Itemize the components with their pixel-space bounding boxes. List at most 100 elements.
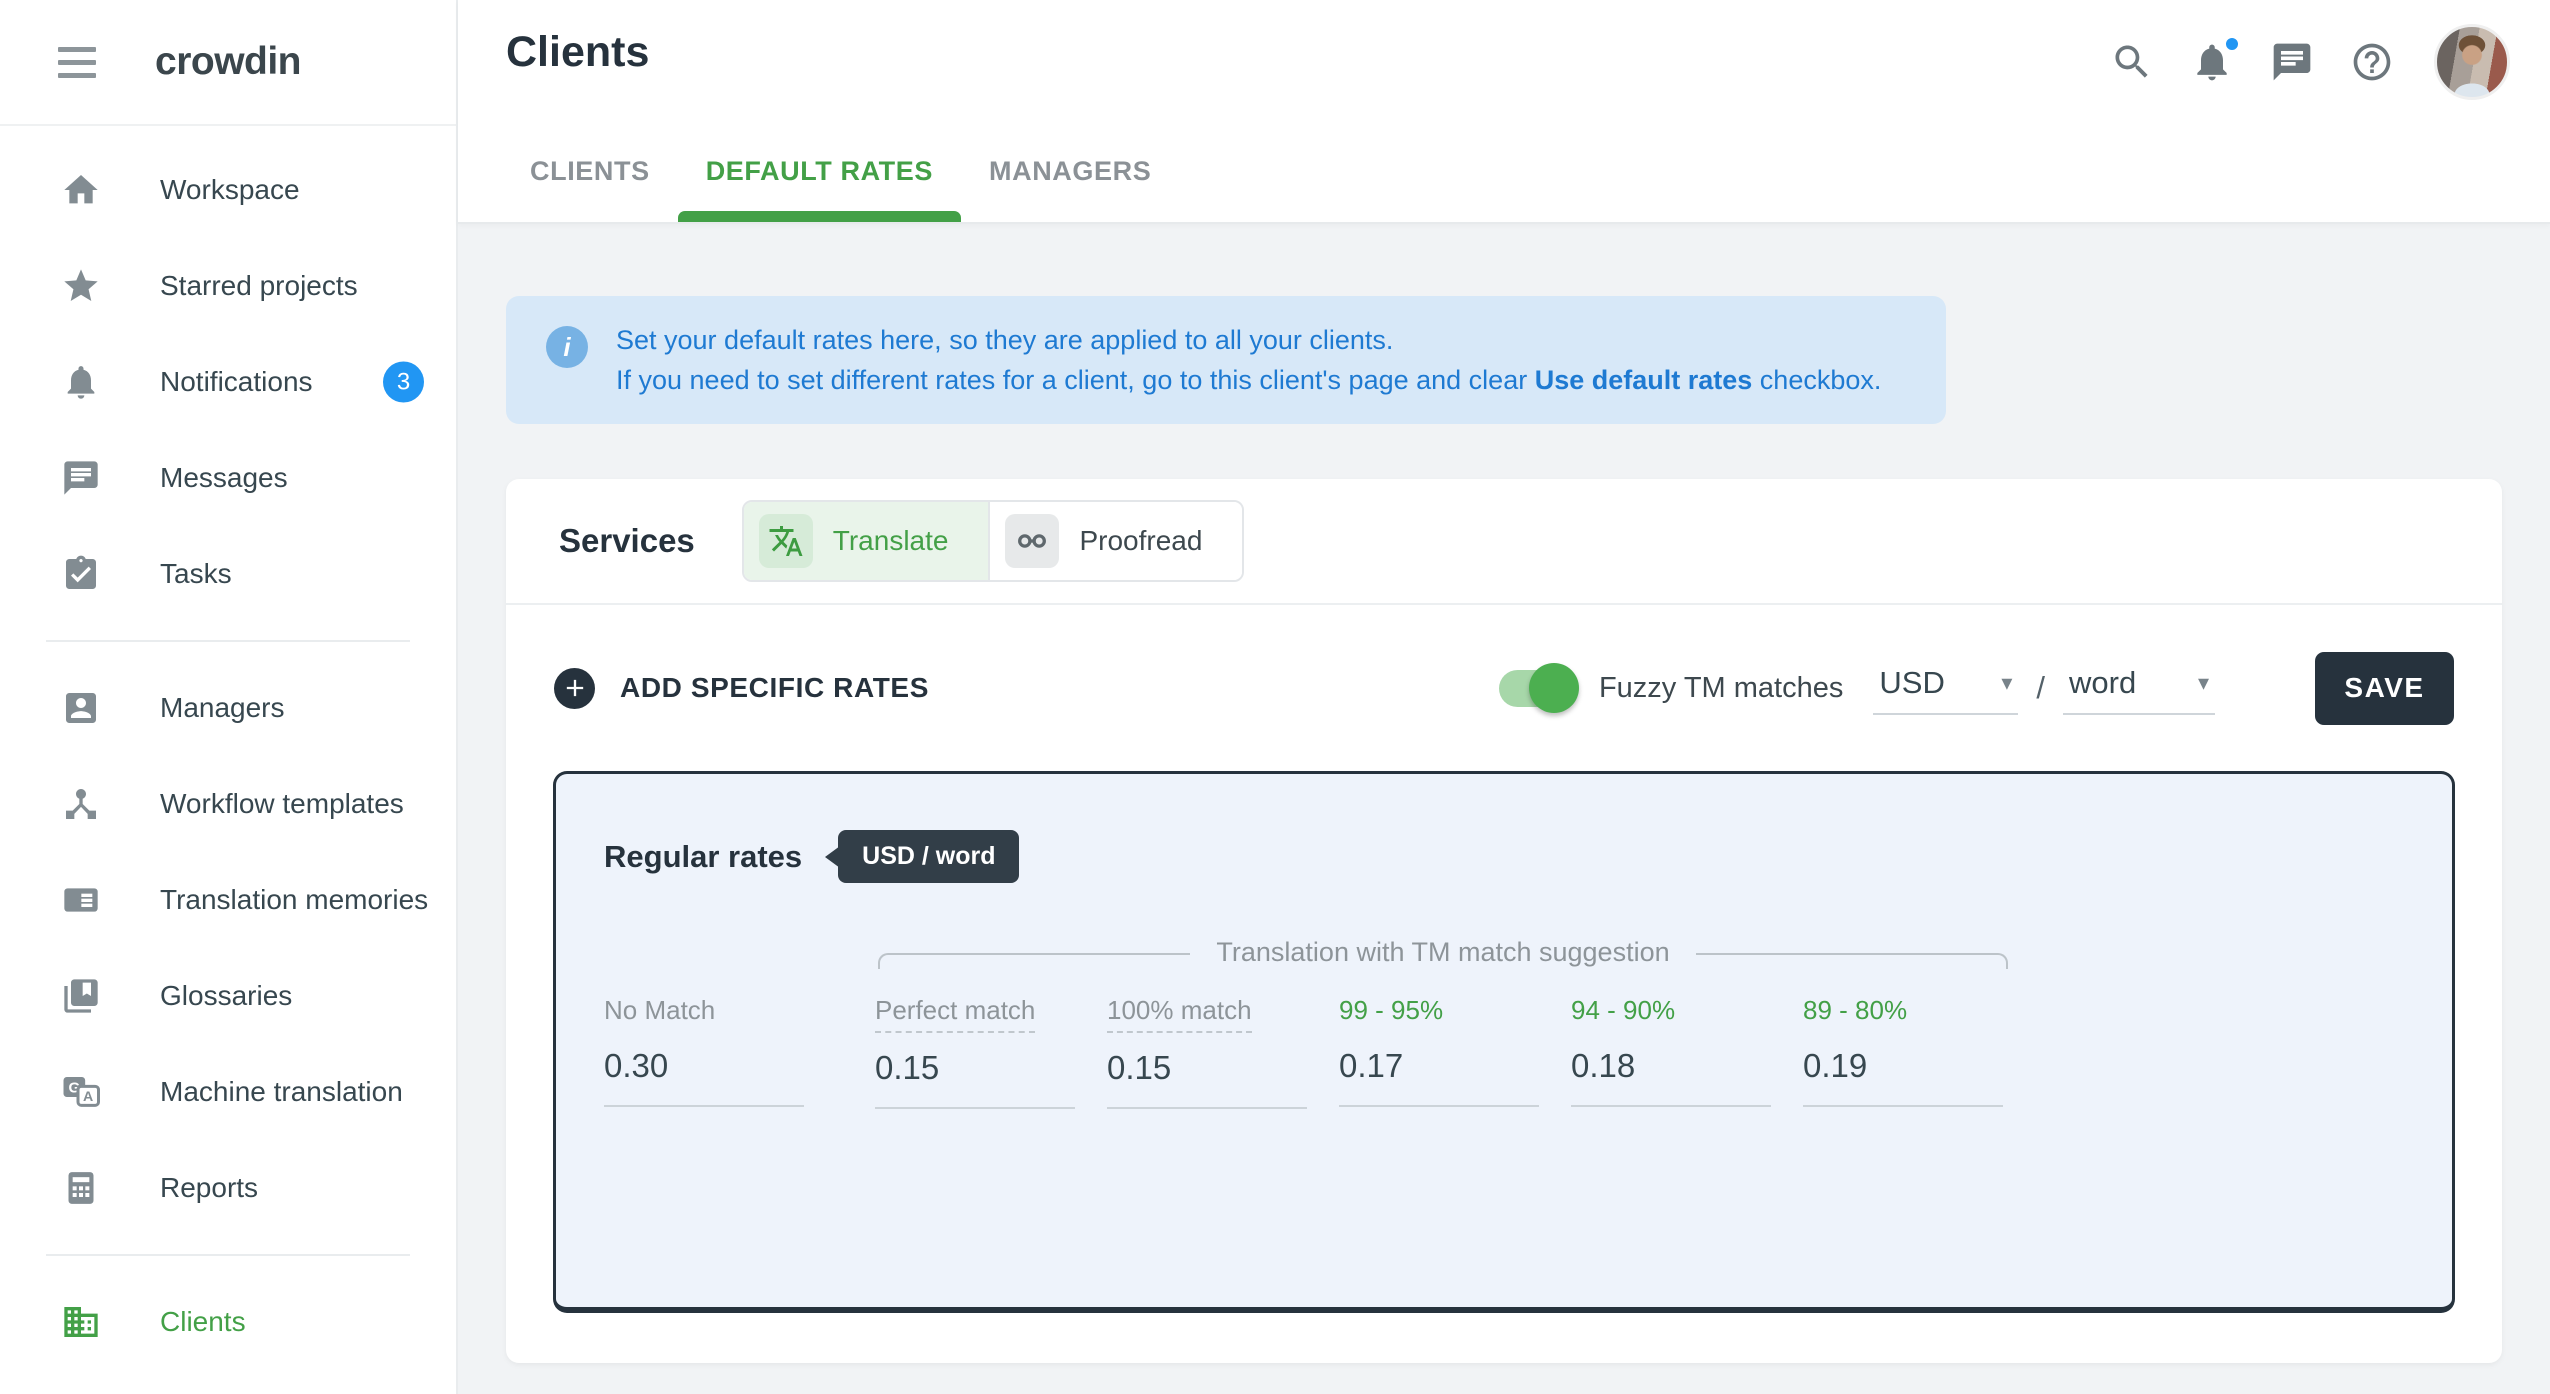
sidebar-item-tasks[interactable]: Tasks [0, 526, 456, 622]
sidebar-divider [46, 1254, 410, 1256]
rate-col-94-90: 94 - 90% [1571, 995, 1803, 1109]
notifications-button[interactable] [2190, 40, 2234, 84]
regular-rates-panel: Regular rates USD / word Translation wit… [553, 771, 2455, 1313]
translate-icon [759, 514, 813, 568]
info-banner: i Set your default rates here, so they a… [506, 296, 1946, 424]
banner-text: Set your default rates here, so they are… [616, 320, 1881, 400]
services-heading: Services [559, 522, 695, 560]
sidebar-nav: Workspace Starred projects Notifications… [0, 126, 456, 1370]
add-specific-rates-button[interactable]: ADD SPECIFIC RATES [554, 668, 929, 709]
service-segmented-control: Translate Proofread [742, 500, 1245, 582]
tm-match-bracket: Translation with TM match suggestion [878, 953, 2008, 969]
tab-clients[interactable]: CLIENTS [502, 156, 678, 222]
sidebar-item-clients[interactable]: Clients [0, 1274, 456, 1370]
bell-icon [2190, 72, 2234, 87]
currency-unit-badge: USD / word [838, 830, 1019, 883]
home-icon [60, 169, 102, 211]
proofread-segment-button[interactable]: Proofread [988, 502, 1242, 580]
rate-label-help[interactable]: 100% match [1107, 995, 1252, 1033]
rate-label: No Match [604, 995, 715, 1031]
notifications-count-badge: 3 [383, 362, 424, 403]
currency-value: USD [1879, 665, 1944, 701]
page-title: Clients [506, 28, 649, 77]
chevron-down-icon: ▾ [2001, 670, 2012, 696]
sidebar-item-workflow-templates[interactable]: Workflow templates [0, 756, 456, 852]
sidebar-item-machine-translation[interactable]: GA Machine translation [0, 1044, 456, 1140]
page-header: Clients CLIENTS DEFAULT RATES MANAGERS [458, 0, 2550, 224]
messages-button[interactable] [2270, 40, 2314, 84]
banner-line2-prefix: If you need to set different rates for a… [616, 365, 1535, 395]
rate-col-100-match: 100% match [1107, 995, 1339, 1109]
rate-input-89-80[interactable] [1803, 1039, 2003, 1107]
building-icon [60, 1301, 102, 1343]
clipboard-check-icon [60, 553, 102, 595]
rate-label-help[interactable]: Perfect match [875, 995, 1035, 1033]
bell-icon [60, 361, 102, 403]
main-area: Clients CLIENTS DEFAULT RATES MANAGERS [458, 0, 2550, 1394]
rate-input-99-95[interactable] [1339, 1039, 1539, 1107]
logo-row: crowdin [0, 0, 456, 126]
rate-input-perfect-match[interactable] [875, 1041, 1075, 1109]
bookmark-book-icon [60, 975, 102, 1017]
regular-rates-head: Regular rates USD / word [556, 774, 2452, 883]
bracket-line [878, 953, 1190, 969]
sidebar-item-messages[interactable]: Messages [0, 430, 456, 526]
user-avatar[interactable] [2434, 24, 2510, 100]
rate-columns: No Match Perfect match 100% match 99 - 9… [556, 995, 2452, 1109]
tm-match-bracket-label: Translation with TM match suggestion [1190, 937, 1695, 968]
chat-icon [2270, 72, 2314, 87]
sidebar-item-reports[interactable]: Reports [0, 1140, 456, 1236]
g-translate-icon: GA [60, 1071, 102, 1113]
brand-name: crowdin [155, 40, 301, 84]
tab-managers[interactable]: MANAGERS [961, 156, 1179, 222]
fuzzy-tm-toggle[interactable] [1499, 670, 1567, 707]
star-icon [60, 265, 102, 307]
rate-input-no-match[interactable] [604, 1039, 804, 1107]
sidebar-item-workspace[interactable]: Workspace [0, 142, 456, 238]
rate-input-94-90[interactable] [1571, 1039, 1771, 1107]
sidebar-item-glossaries[interactable]: Glossaries [0, 948, 456, 1044]
help-button[interactable] [2350, 40, 2394, 84]
banner-line2-suffix: checkbox. [1752, 365, 1881, 395]
sidebar: crowdin Workspace Starred projects Notif… [0, 0, 458, 1394]
tab-bar: CLIENTS DEFAULT RATES MANAGERS [502, 156, 1179, 222]
sidebar-item-managers[interactable]: Managers [0, 660, 456, 756]
services-row: Services Translate Proofread [506, 479, 2502, 605]
memory-card-icon [60, 879, 102, 921]
crowdin-logo[interactable]: crowdin [140, 40, 301, 84]
sidebar-item-notifications[interactable]: Notifications 3 [0, 334, 456, 430]
sidebar-item-translation-memories[interactable]: Translation memories [0, 852, 456, 948]
hamburger-menu-icon[interactable] [58, 47, 96, 78]
chevron-down-icon: ▾ [2198, 670, 2209, 696]
rate-col-99-95: 99 - 95% [1339, 995, 1571, 1109]
info-icon: i [546, 326, 588, 368]
unread-notification-dot [2222, 34, 2242, 54]
fuzzy-tm-label: Fuzzy TM matches [1599, 672, 1843, 705]
rate-col-89-80: 89 - 80% [1803, 995, 2035, 1109]
save-button[interactable]: SAVE [2315, 652, 2454, 725]
currency-select[interactable]: USD ▾ [1873, 661, 2018, 715]
glasses-icon [1005, 514, 1059, 568]
add-specific-rates-label: ADD SPECIFIC RATES [620, 672, 929, 704]
sidebar-item-starred-projects[interactable]: Starred projects [0, 238, 456, 334]
workflow-icon [60, 783, 102, 825]
tab-default-rates[interactable]: DEFAULT RATES [678, 156, 961, 222]
currency-unit-separator: / [2036, 670, 2045, 706]
toggle-knob [1529, 663, 1579, 713]
calculator-icon [60, 1167, 102, 1209]
chat-icon [60, 457, 102, 499]
unit-value: word [2069, 665, 2136, 701]
unit-select[interactable]: word ▾ [2063, 661, 2215, 715]
sidebar-divider [46, 640, 410, 642]
bracket-line [1696, 953, 2008, 969]
rate-label: 89 - 80% [1803, 995, 1907, 1031]
proofread-segment-label: Proofread [1079, 525, 1202, 557]
translate-segment-button[interactable]: Translate [744, 502, 989, 580]
search-icon [2110, 72, 2154, 87]
rate-col-no-match: No Match [604, 995, 875, 1109]
translate-segment-label: Translate [833, 525, 949, 557]
crowdin-default-rates-page: { "brand": { "name": "crowdin" }, "sideb… [0, 0, 2550, 1394]
plus-icon [554, 668, 595, 709]
search-button[interactable] [2110, 40, 2154, 84]
rate-input-100-match[interactable] [1107, 1041, 1307, 1109]
